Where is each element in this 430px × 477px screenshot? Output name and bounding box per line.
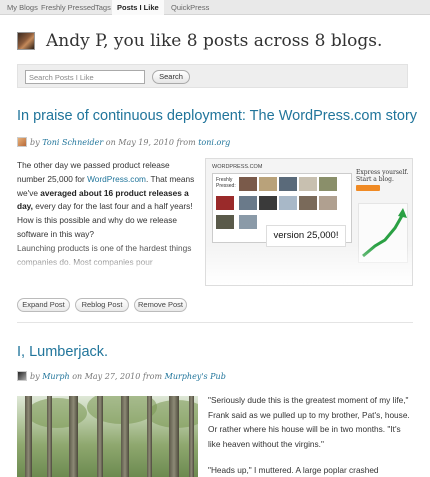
wordpress-link[interactable]: WordPress.com [87,174,146,184]
thumb-tile [216,215,234,229]
thumb-tile [259,177,277,191]
tab-posts-i-like[interactable]: Posts I Like [112,0,164,15]
blog-link[interactable]: Murphey's Pub [165,372,226,381]
top-nav: My Blogs Freshly Pressed Tags Posts I Li… [0,0,430,15]
post-image: WORDPRESS.COM Freshly Pressed: Express y… [205,158,413,286]
post-excerpt: "Seriously dude this is the greatest mom… [208,395,410,449]
tree-trunk [25,396,32,477]
thumb-tile [279,196,297,210]
tree-trunk [69,396,78,477]
thumb-tile [239,196,257,210]
tree-trunk [47,396,52,477]
author-link[interactable]: Toni Schneider [42,138,103,147]
post-byline: by Murph on May 27, 2010 from Murphey's … [17,371,226,383]
thumb-tile [299,196,317,210]
thumb-tile [239,177,257,191]
thumb-tile [259,196,277,210]
thumb-tile [319,196,337,210]
thumb-tile [239,215,257,229]
search-input[interactable] [25,70,145,84]
thumb-tile [216,196,234,210]
tree-trunk [121,396,129,477]
excerpt-text: Launching products is one of the hardest… [17,243,192,267]
expand-post-button[interactable]: Expand Post [17,298,70,312]
reblog-post-button[interactable]: Reblog Post [75,298,129,312]
tab-quickpress[interactable]: QuickPress [166,0,214,15]
post-image [17,396,198,477]
signup-badge [356,185,380,191]
byline-date: on May 27, 2010 from [72,372,163,381]
post-title[interactable]: In praise of continuous deployment: The … [17,108,417,124]
author-avatar [17,137,27,147]
freshly-pressed-label: Freshly Pressed: [216,177,236,189]
excerpt-text: every day for the last four and a half y… [17,201,193,239]
thumb-tile [319,177,337,191]
post-title[interactable]: I, Lumberjack. [17,344,108,360]
express-text: Express yourself. Start a blog. [356,169,409,183]
tree-trunk [189,396,194,477]
byline-by: by [30,372,40,381]
thumb-fade [206,245,412,285]
byline-date: on May 19, 2010 from [105,138,196,147]
version-label: version 25,000! [266,225,346,247]
author-link[interactable]: Murph [42,372,69,381]
tree-trunk [97,396,103,477]
post-byline: by Toni Schneider on May 19, 2010 from t… [17,137,230,149]
post-excerpt-fade: Launching products is one of the hardest… [17,242,197,270]
thumb-tile [299,177,317,191]
page-title: Andy P, you like 8 posts across 8 blogs. [46,31,383,51]
blog-link[interactable]: toni.org [198,138,230,147]
thumb-site-label: WORDPRESS.COM [212,164,263,170]
search-bar: Search [17,64,408,88]
user-avatar [17,32,35,50]
foliage [27,398,87,428]
post-divider [17,322,413,323]
thumb-tile [279,177,297,191]
tree-trunk [169,396,179,477]
tree-trunk [147,396,152,477]
remove-post-button[interactable]: Remove Post [134,298,187,312]
search-button[interactable]: Search [152,70,190,84]
post-excerpt: "Heads up," I muttered. A large poplar c… [208,465,379,475]
post-excerpt: The other day we passed product release … [17,159,197,242]
byline-by: by [30,138,40,147]
author-avatar [17,371,27,381]
